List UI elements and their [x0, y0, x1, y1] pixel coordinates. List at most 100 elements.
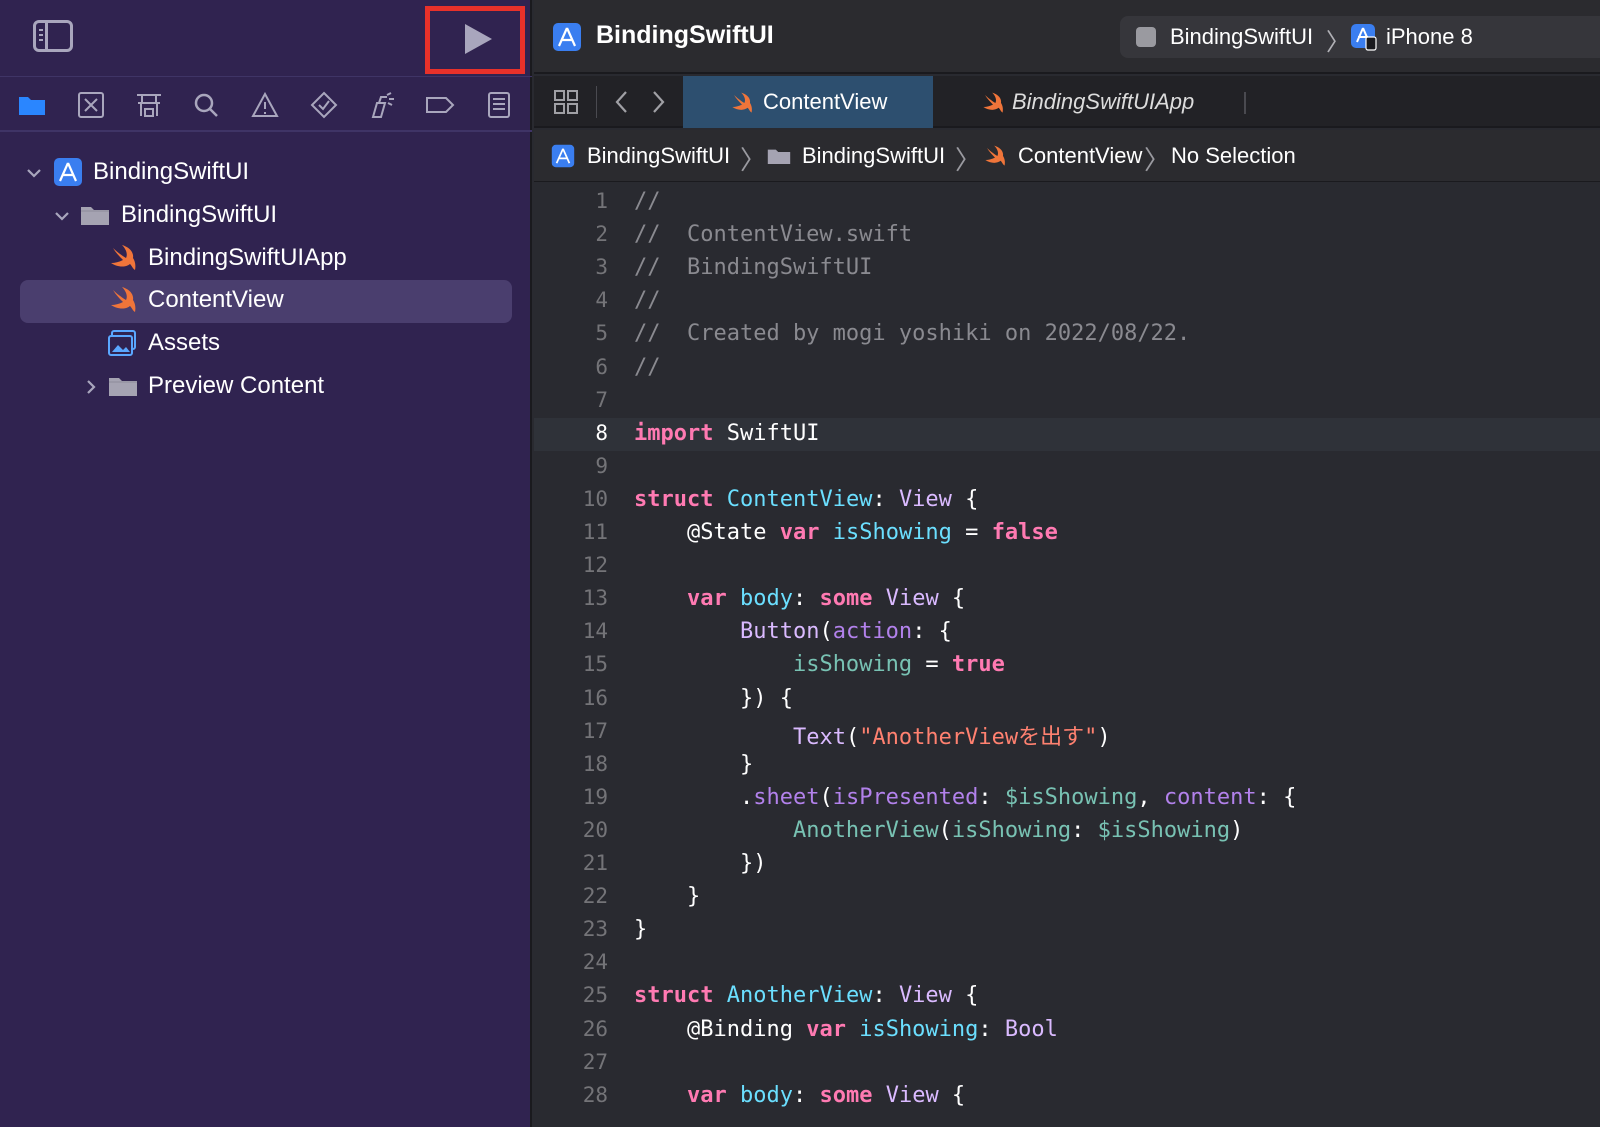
code-text: Button(action: { — [634, 619, 952, 644]
tab-label: BindingSwiftUIApp — [1012, 89, 1195, 114]
code-line[interactable]: 17 Text("AnotherViewを出す") — [534, 716, 1600, 750]
tree-item-preview-content[interactable]: Preview Content — [0, 366, 532, 409]
swift-file-icon — [732, 92, 752, 113]
line-number: 25 — [582, 983, 608, 1008]
tree-item-app-file[interactable]: BindingSwiftUIApp — [0, 238, 532, 281]
code-line[interactable]: 13 var body: some View { — [534, 583, 1600, 616]
breadcrumb-item[interactable]: ContentView — [1018, 143, 1142, 169]
tree-item-assets[interactable]: Assets — [0, 323, 532, 366]
editor-area: BindingSwiftUI BindingSwiftUI 〉 iPhone 8… — [534, 0, 1600, 1127]
chevron-right-icon[interactable] — [83, 379, 99, 395]
symbol-navigator-icon[interactable] — [134, 91, 164, 119]
code-line[interactable]: 26 @Binding var isShowing: Bool — [534, 1014, 1600, 1047]
code-line[interactable]: 14 Button(action: { — [534, 616, 1600, 649]
breadcrumb-item[interactable]: BindingSwiftUI — [802, 143, 945, 169]
code-line[interactable]: 25 struct AnotherView: View { — [534, 980, 1600, 1013]
run-button[interactable] — [425, 6, 525, 74]
code-line[interactable]: 21 }) — [534, 848, 1600, 881]
code-token: isShowing — [792, 652, 913, 678]
warning-icon[interactable] — [250, 91, 280, 119]
test-navigator-icon[interactable] — [309, 91, 339, 119]
tree-item-group-folder[interactable]: BindingSwiftUI — [0, 195, 532, 238]
code-line[interactable]: 8 import SwiftUI — [534, 417, 1600, 451]
code-line[interactable]: 7 — [534, 385, 1600, 418]
folder-navigator-icon[interactable] — [17, 91, 47, 119]
code-line[interactable]: 16 }) { — [534, 683, 1600, 716]
code-token: var — [779, 520, 820, 545]
source-control-navigator-icon[interactable] — [76, 91, 106, 119]
debug-navigator-icon[interactable] — [367, 91, 397, 119]
code-token: // BindingSwiftUI — [634, 255, 873, 281]
scheme-selector[interactable]: BindingSwiftUI 〉 iPhone 8 — [1120, 16, 1600, 58]
swift-file-icon — [108, 243, 138, 273]
code-text: @State var isShowing = false — [634, 520, 1058, 545]
code-line[interactable]: 4 // — [534, 285, 1600, 318]
code-line[interactable]: 18 } — [534, 749, 1600, 782]
code-token: Text — [792, 724, 846, 750]
forward-chevron-icon[interactable] — [644, 88, 672, 116]
grid-icon[interactable] — [552, 88, 580, 116]
code-line[interactable]: 5 // Created by mogi yoshiki on 2022/08/2… — [534, 318, 1600, 351]
line-number: 19 — [582, 784, 608, 809]
sidebar-toolbar — [0, 0, 532, 76]
tab-binding-swiftui-app[interactable]: BindingSwiftUIApp — [934, 76, 1244, 128]
breadcrumb-item[interactable]: No Selection — [1171, 143, 1296, 169]
scheme-target[interactable]: BindingSwiftUI — [1170, 24, 1313, 50]
code-line[interactable]: 10 struct ContentView: View { — [534, 484, 1600, 517]
code-line[interactable]: 2 // ContentView.swift — [534, 219, 1600, 252]
chevron-right-icon: 〉 — [955, 145, 982, 175]
code-line[interactable]: 15 isShowing = true — [534, 649, 1600, 682]
tree-item-label: BindingSwiftUI — [121, 201, 278, 228]
sidebar-toggle-icon[interactable] — [33, 20, 73, 52]
code-text: var body: some View { — [634, 586, 965, 611]
code-text: struct AnotherView: View { — [634, 983, 978, 1008]
code-token: @Binding — [686, 1016, 793, 1042]
code-line[interactable]: 1 // — [534, 186, 1600, 219]
line-number: 2 — [595, 222, 608, 247]
search-icon[interactable] — [192, 91, 222, 119]
breakpoint-navigator-icon[interactable] — [425, 91, 455, 119]
code-line[interactable]: 11 @State var isShowing = false — [534, 517, 1600, 550]
code-text: struct ContentView: View { — [634, 487, 978, 512]
code-line[interactable]: 3 // BindingSwiftUI — [534, 252, 1600, 285]
tree-item-content-view[interactable]: ContentView — [20, 280, 512, 323]
line-number: 10 — [582, 486, 608, 511]
code-token: } — [634, 884, 701, 910]
code-line[interactable]: 24 — [534, 947, 1600, 980]
breadcrumb-item[interactable]: BindingSwiftUI — [587, 143, 730, 169]
code-token: action — [832, 619, 913, 645]
code-token: body — [739, 586, 793, 612]
tree-item-project[interactable]: BindingSwiftUI — [0, 152, 532, 195]
back-chevron-icon[interactable] — [608, 88, 636, 116]
code-line[interactable]: 19 .sheet(isPresented: $isShowing, conte… — [534, 782, 1600, 815]
code-line[interactable]: 9 — [534, 451, 1600, 484]
code-line[interactable]: 22 } — [534, 881, 1600, 914]
code-line[interactable]: 23} — [534, 914, 1600, 947]
code-line[interactable]: 6 // — [534, 352, 1600, 385]
scheme-device[interactable]: iPhone 8 — [1386, 24, 1473, 50]
report-navigator-icon[interactable] — [484, 91, 514, 119]
line-number: 24 — [582, 950, 608, 975]
code-text: // — [634, 288, 661, 313]
code-line[interactable]: 12 — [534, 550, 1600, 583]
chevron-down-icon[interactable] — [26, 165, 42, 181]
code-line[interactable]: 28 var body: some View { — [534, 1080, 1600, 1113]
tree-item-label: BindingSwiftUIApp — [148, 244, 347, 271]
code-token: var — [686, 1082, 727, 1108]
code-token: $isShowing — [1097, 817, 1231, 843]
code-line[interactable]: 20 AnotherView(isShowing: $isShowing) — [534, 815, 1600, 848]
tab-content-view[interactable]: ContentView — [683, 76, 933, 128]
code-token: // Created by mogi yoshiki on 2022/08/22… — [634, 321, 1191, 347]
code-token: ) — [1097, 724, 1111, 750]
code-line[interactable]: 27 — [534, 1047, 1600, 1080]
chevron-down-icon[interactable] — [54, 208, 70, 224]
code-editor[interactable]: 1 // 2 // ContentView.swift 3 // BindingSwift… — [534, 186, 1600, 1127]
code-token: AnotherView — [792, 817, 939, 843]
